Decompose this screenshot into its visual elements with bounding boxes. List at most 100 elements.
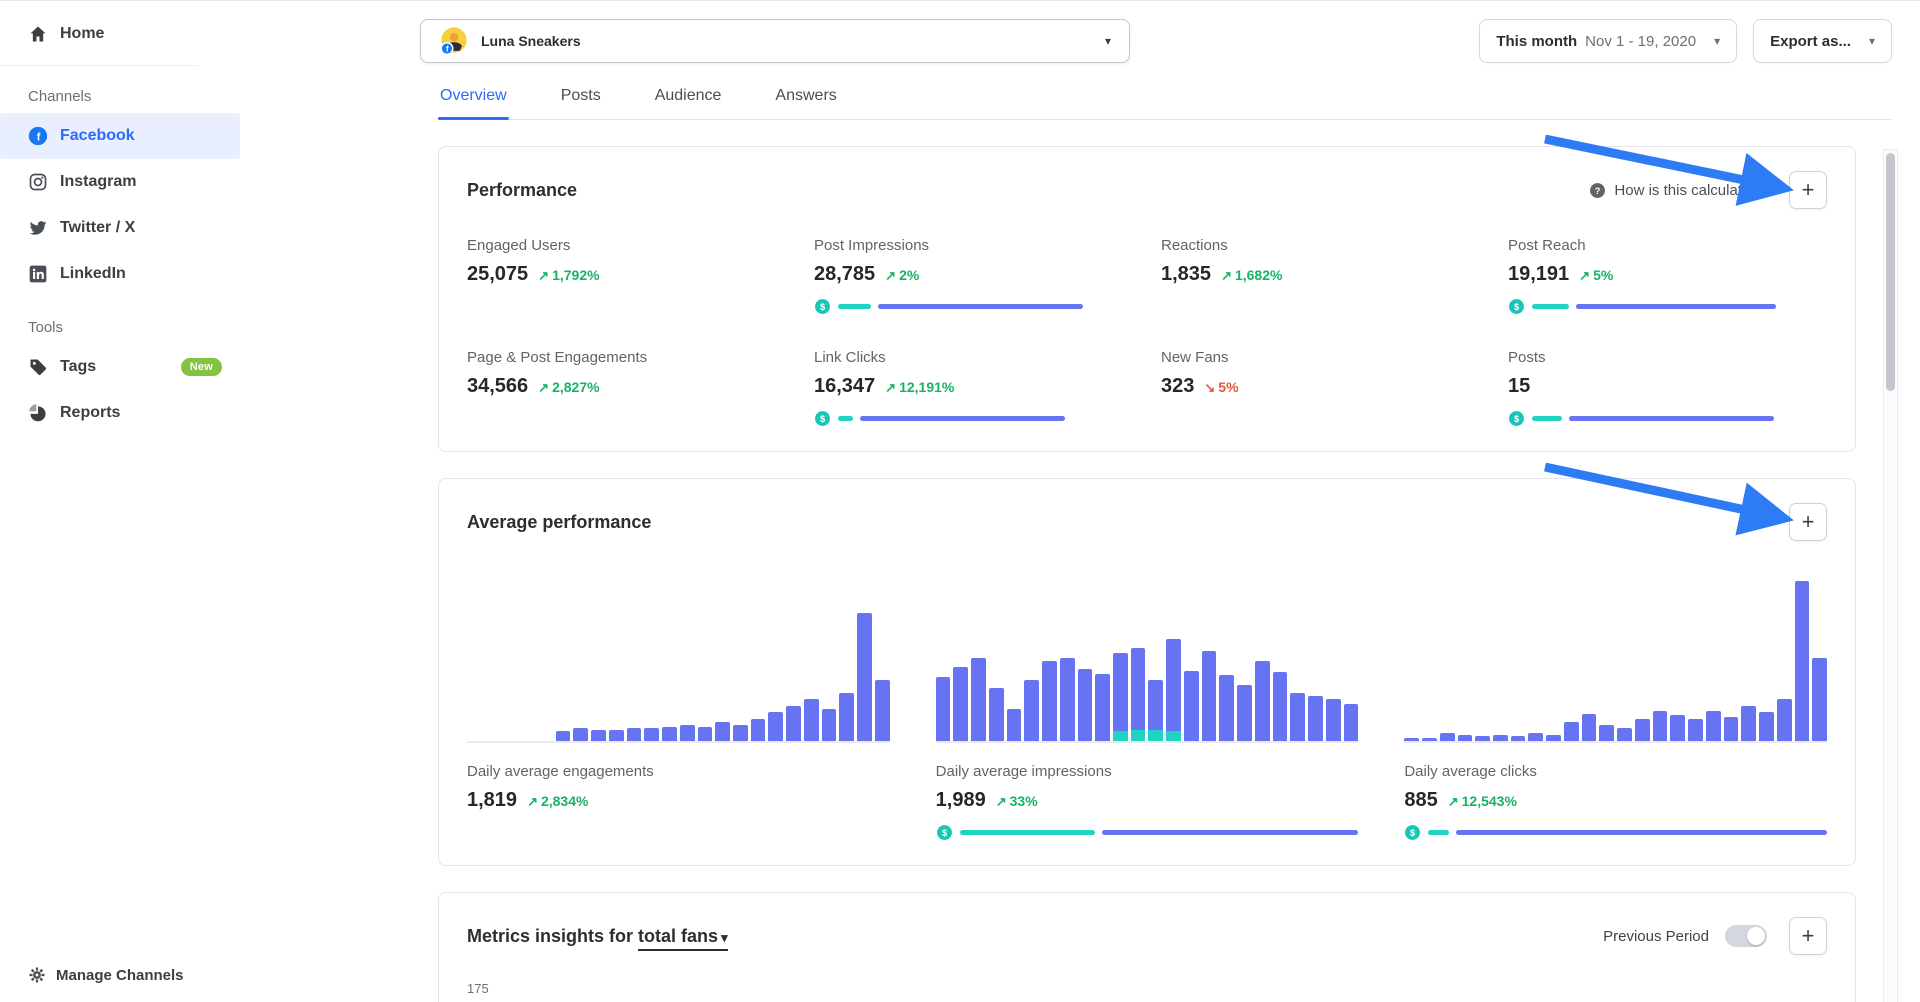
delta-value: 2% bbox=[899, 267, 919, 283]
sidebar-item-reports[interactable]: Reports bbox=[0, 390, 240, 436]
chart-bar bbox=[698, 727, 713, 741]
organic-bar-segment bbox=[1576, 304, 1776, 309]
paid-bar-segment bbox=[960, 830, 1095, 835]
metric-value: 34,566 bbox=[467, 375, 528, 398]
metric-value-row: 1,835↗1,682% bbox=[1161, 263, 1480, 286]
stat-label: Daily average engagements bbox=[467, 763, 890, 780]
chart-bar bbox=[1042, 661, 1057, 741]
chart-bar bbox=[953, 667, 968, 741]
trend-up-icon: ↗ bbox=[885, 268, 896, 284]
daily-clicks-stat: Daily average clicks885↗12,543%$ bbox=[1404, 763, 1827, 841]
daily-engagements-stat: Daily average engagements 1,819↗2,834% bbox=[467, 763, 890, 812]
tab-overview[interactable]: Overview bbox=[438, 87, 509, 119]
chart-bar bbox=[1599, 725, 1614, 741]
total-fans-selector[interactable]: total fans▾ bbox=[638, 926, 728, 951]
chart-bar bbox=[768, 712, 783, 741]
scrollbar[interactable] bbox=[1883, 149, 1898, 1002]
tab-posts[interactable]: Posts bbox=[559, 87, 603, 119]
paid-bar-segment bbox=[1532, 304, 1569, 309]
export-label: Export as... bbox=[1770, 33, 1851, 50]
tag-icon bbox=[28, 357, 48, 377]
metric-value: 16,347 bbox=[814, 375, 875, 398]
how-calculated-link[interactable]: ? How is this calculated? bbox=[1589, 182, 1767, 199]
sidebar-item-twitter-x[interactable]: Twitter / X bbox=[0, 205, 240, 251]
date-range-selector[interactable]: This month Nov 1 - 19, 2020 ▾ bbox=[1479, 19, 1737, 63]
chevron-down-icon: ▾ bbox=[1869, 34, 1875, 48]
add-average-metric-button[interactable]: + bbox=[1789, 503, 1827, 541]
metric-delta: ↗33% bbox=[996, 793, 1038, 810]
trend-down-icon: ↘ bbox=[1204, 380, 1215, 396]
chart-bar-paid-segment bbox=[1148, 730, 1163, 741]
stat-value-row: 1,819↗2,834% bbox=[467, 789, 890, 812]
manage-channels-label: Manage Channels bbox=[56, 967, 184, 984]
dollar-circle-icon: $ bbox=[936, 824, 953, 841]
paid-bar-segment bbox=[838, 416, 853, 421]
scrollbar-thumb[interactable] bbox=[1886, 153, 1895, 391]
add-metric-button[interactable]: + bbox=[1789, 171, 1827, 209]
metric-value: 15 bbox=[1508, 375, 1530, 398]
sidebar-item-tags[interactable]: TagsNew bbox=[0, 344, 240, 390]
delta-value: 33% bbox=[1010, 793, 1038, 809]
chart-bar bbox=[1113, 653, 1128, 741]
chart-bar bbox=[1404, 738, 1419, 741]
chart-bar bbox=[556, 731, 571, 741]
performance-metrics-grid: Engaged Users25,075↗1,792%Post Impressio… bbox=[467, 237, 1827, 427]
performance-header-actions: ? How is this calculated? + bbox=[1589, 171, 1827, 209]
sidebar-item-instagram[interactable]: Instagram bbox=[0, 159, 240, 205]
chart-bar-paid-segment bbox=[1166, 731, 1181, 741]
chart-bar bbox=[1148, 680, 1163, 741]
metric-value-row: 25,075↗1,792% bbox=[467, 263, 786, 286]
metric-value-row: 15 bbox=[1508, 375, 1827, 398]
chart-bar bbox=[662, 727, 677, 741]
add-insight-button[interactable]: + bbox=[1789, 917, 1827, 955]
performance-card-header: Performance ? How is this calculated? + bbox=[467, 171, 1827, 209]
export-button[interactable]: Export as... ▾ bbox=[1753, 19, 1892, 63]
svg-text:f: f bbox=[37, 132, 41, 144]
metric-post-impressions: Post Impressions28,785↗2%$ bbox=[814, 237, 1133, 315]
sidebar-item-label: Home bbox=[60, 25, 104, 43]
sidebar-item-facebook[interactable]: fFacebook bbox=[0, 113, 240, 159]
metrics-insights-actions: Previous Period + bbox=[1603, 917, 1827, 955]
metric-link-clicks: Link Clicks16,347↗12,191%$ bbox=[814, 349, 1133, 427]
account-selector[interactable]: f Luna Sneakers ▾ bbox=[420, 19, 1130, 63]
clicks-chart-column: Daily average clicks885↗12,543%$ bbox=[1404, 581, 1827, 841]
cards-container: Performance ? How is this calculated? + … bbox=[438, 146, 1856, 1002]
chevron-down-icon: ▾ bbox=[1105, 34, 1111, 48]
sidebar-item-linkedin[interactable]: LinkedIn bbox=[0, 251, 240, 297]
new-badge: New bbox=[181, 358, 222, 376]
chart-bar bbox=[971, 658, 986, 741]
trend-up-icon: ↗ bbox=[527, 794, 538, 810]
chart-bar-paid-segment bbox=[1113, 731, 1128, 741]
chart-bar bbox=[644, 728, 659, 741]
chart-bar bbox=[1202, 651, 1217, 741]
svg-text:$: $ bbox=[942, 828, 947, 838]
metric-delta: ↗2,827% bbox=[538, 379, 599, 396]
chart-bar bbox=[1724, 717, 1739, 741]
chart-bar bbox=[1095, 674, 1110, 741]
daily-clicks-bar-chart bbox=[1404, 581, 1827, 743]
manage-channels-button[interactable]: Manage Channels bbox=[28, 966, 184, 984]
chart-bar bbox=[1007, 709, 1022, 741]
tabs: Overview Posts Audience Answers bbox=[438, 87, 1892, 120]
main-content: f Luna Sneakers ▾ This month Nov 1 - 19,… bbox=[240, 1, 1920, 1002]
average-performance-card: Average performance + Daily average enga… bbox=[438, 478, 1856, 866]
metric-value: 1,835 bbox=[1161, 263, 1211, 286]
tab-audience[interactable]: Audience bbox=[653, 87, 724, 119]
chart-bar bbox=[1184, 671, 1199, 741]
metric-delta: ↗2,834% bbox=[527, 793, 588, 810]
metric-page-post-engagements: Page & Post Engagements34,566↗2,827% bbox=[467, 349, 786, 427]
sidebar-item-home[interactable]: Home bbox=[0, 11, 240, 57]
metric-delta: ↗12,543% bbox=[1448, 793, 1517, 810]
home-icon bbox=[28, 24, 48, 44]
chevron-down-icon: ▾ bbox=[1714, 34, 1720, 48]
chart-bar bbox=[1219, 675, 1234, 741]
svg-text:$: $ bbox=[1514, 302, 1519, 312]
dollar-circle-icon: $ bbox=[1508, 298, 1525, 315]
previous-period-toggle[interactable] bbox=[1725, 925, 1767, 947]
average-charts-row: Daily average engagements 1,819↗2,834% Da… bbox=[467, 581, 1827, 841]
tab-answers[interactable]: Answers bbox=[773, 87, 838, 119]
metric-value-row: 19,191↗5% bbox=[1508, 263, 1827, 286]
metric-value: 323 bbox=[1161, 375, 1194, 398]
paid-organic-bar: $ bbox=[814, 298, 1133, 315]
chart-bar bbox=[1812, 658, 1827, 741]
